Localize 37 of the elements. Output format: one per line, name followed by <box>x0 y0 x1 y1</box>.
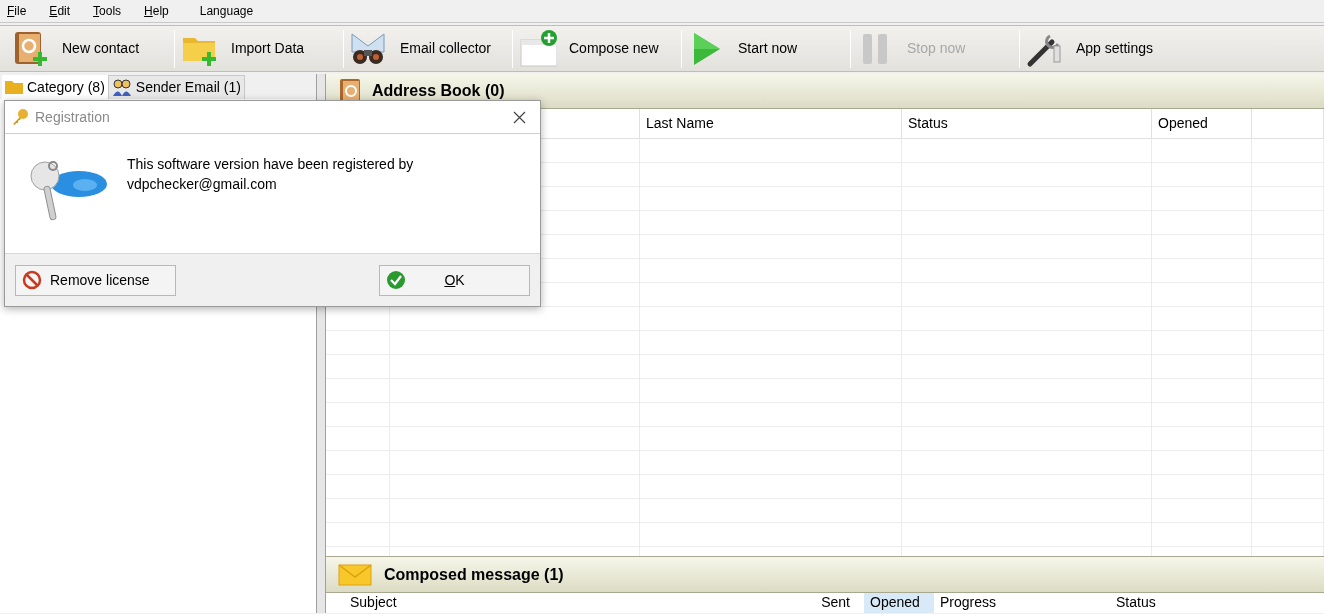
column-header[interactable]: Opened <box>1152 109 1252 138</box>
message-text: vdpchecker@gmail.com <box>127 175 278 194</box>
menu-item[interactable]: Help <box>143 2 170 20</box>
tab[interactable]: Sender Email (1) <box>107 75 245 99</box>
column-header[interactable]: Status <box>902 109 1152 138</box>
dialog-button[interactable]: Remove license <box>15 264 176 296</box>
toolbar-button[interactable]: App settings <box>1020 26 1188 71</box>
column-header[interactable]: Progress <box>934 593 1110 613</box>
column-header[interactable]: Last Name <box>640 109 902 138</box>
panel-title: Address Book (0) <box>372 81 505 101</box>
tab[interactable]: Category (8) <box>2 75 108 99</box>
menu-item[interactable]: Edit <box>48 2 72 20</box>
menu-item[interactable]: Language <box>198 2 255 20</box>
column-header[interactable]: Status <box>1110 593 1310 613</box>
menu-item[interactable]: Tools <box>92 2 123 20</box>
people-icon <box>111 78 132 97</box>
envelope-icon <box>338 563 372 586</box>
toolbar-button[interactable]: Compose new <box>513 26 681 71</box>
no-entry-icon <box>22 270 42 290</box>
menu-item[interactable]: File <box>6 2 28 20</box>
key-icon <box>11 108 29 126</box>
column-header[interactable]: Subject <box>344 593 794 613</box>
toolbar-button[interactable]: Start now <box>682 26 850 71</box>
close-icon[interactable] <box>513 110 526 124</box>
dialog-button[interactable]: OK <box>379 264 530 296</box>
check-icon <box>386 270 406 290</box>
message-text: This software version have been registered by <box>127 155 414 174</box>
column-header[interactable]: Opened <box>864 593 934 613</box>
toolbar-button[interactable]: New contact <box>6 26 174 71</box>
panel-title: Composed message (1) <box>384 564 564 585</box>
folder-icon <box>5 80 23 94</box>
new-window-icon <box>519 29 557 68</box>
dialog-title: Registration <box>35 107 111 127</box>
toolbar-button[interactable]: Import Data <box>175 26 343 71</box>
toolbar-button[interactable]: Email collector <box>344 26 512 71</box>
contact-book-icon <box>12 29 50 68</box>
column-header[interactable]: Sent <box>794 593 864 613</box>
